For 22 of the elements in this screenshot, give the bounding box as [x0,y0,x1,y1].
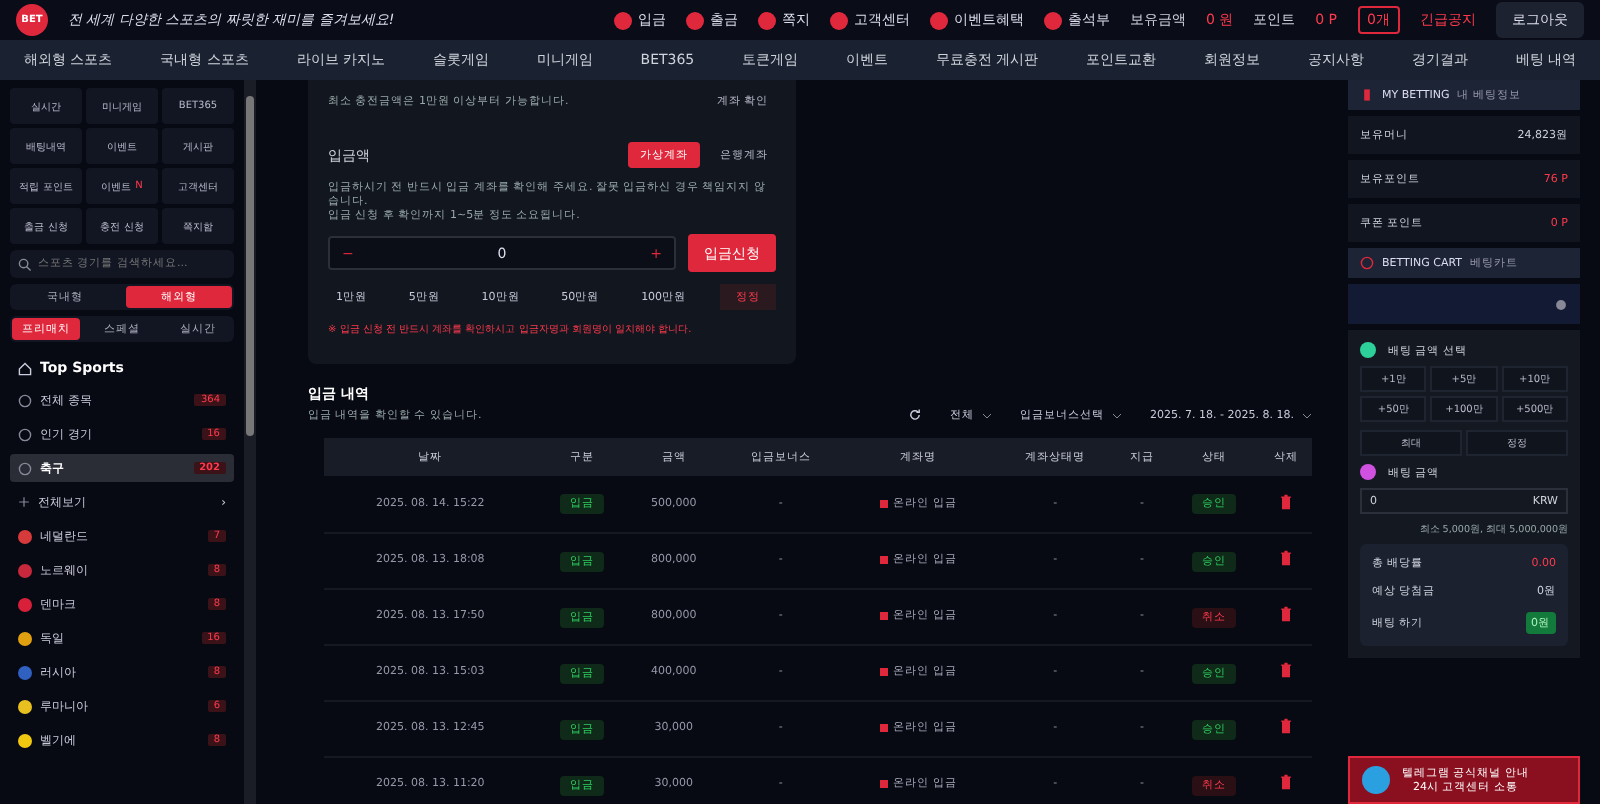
trash-icon [1277,662,1294,678]
home-icon [18,361,32,375]
plus-icon [18,496,30,508]
refresh-icon [908,408,923,422]
scrollbar[interactable] [244,80,256,804]
caret-icon [982,411,993,419]
trash-icon [1277,718,1294,734]
caret-icon [1302,411,1312,419]
circle-icon [929,11,948,29]
circle-icon [1043,11,1062,29]
caret-icon [1112,411,1123,419]
trash-icon [1277,774,1294,790]
circle-icon [685,11,704,29]
trash-icon [1277,606,1294,622]
dot-icon [1360,464,1376,480]
search-icon [18,257,32,271]
circle-icon [757,11,776,29]
circle-icon [613,11,632,29]
circle-icon [829,11,848,29]
dot-icon [1360,342,1376,358]
trash-icon [1277,493,1294,510]
trash-icon [1277,550,1294,566]
